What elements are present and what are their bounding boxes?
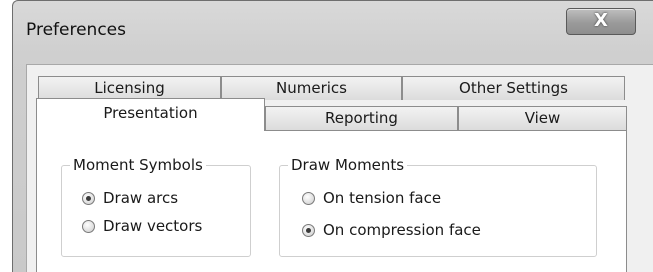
close-icon: X <box>594 10 608 31</box>
tab-presentation[interactable]: Presentation <box>36 98 265 131</box>
moment-symbols-group: Moment Symbols Draw arcs Draw vectors <box>61 156 251 257</box>
radio-button[interactable] <box>82 219 95 233</box>
on-compression-face-option[interactable]: On compression face <box>302 219 481 241</box>
on-tension-face-option[interactable]: On tension face <box>302 187 441 209</box>
radio-button-selected[interactable] <box>82 191 95 205</box>
tab-label: View <box>524 109 561 127</box>
tab-numerics[interactable]: Numerics <box>221 76 402 100</box>
radio-label: Draw arcs <box>103 189 179 207</box>
draw-arcs-option[interactable]: Draw arcs <box>82 187 178 209</box>
radio-button[interactable] <box>302 191 315 205</box>
tab-label: Presentation <box>103 104 198 122</box>
group-title: Moment Symbols <box>70 156 206 174</box>
tab-view[interactable]: View <box>458 106 627 130</box>
tab-label: Reporting <box>325 109 398 127</box>
close-button[interactable]: X <box>566 8 636 35</box>
radio-label: Draw vectors <box>103 217 203 235</box>
tab-label: Other Settings <box>459 79 568 97</box>
tab-other-settings[interactable]: Other Settings <box>402 76 625 100</box>
tab-reporting[interactable]: Reporting <box>265 106 458 130</box>
radio-label: On tension face <box>323 189 442 207</box>
tab-licensing[interactable]: Licensing <box>38 76 221 100</box>
draw-vectors-option[interactable]: Draw vectors <box>82 215 202 237</box>
radio-label: On compression face <box>323 221 481 239</box>
presentation-panel: Moment Symbols Draw arcs Draw vectors Dr… <box>36 130 627 272</box>
tab-label: Numerics <box>276 79 347 97</box>
radio-button-selected[interactable] <box>302 223 315 237</box>
group-title: Draw Moments <box>288 156 408 174</box>
tab-label: Licensing <box>94 79 165 97</box>
window-title: Preferences <box>26 20 126 40</box>
draw-moments-group: Draw Moments On tension face On compress… <box>279 156 597 257</box>
